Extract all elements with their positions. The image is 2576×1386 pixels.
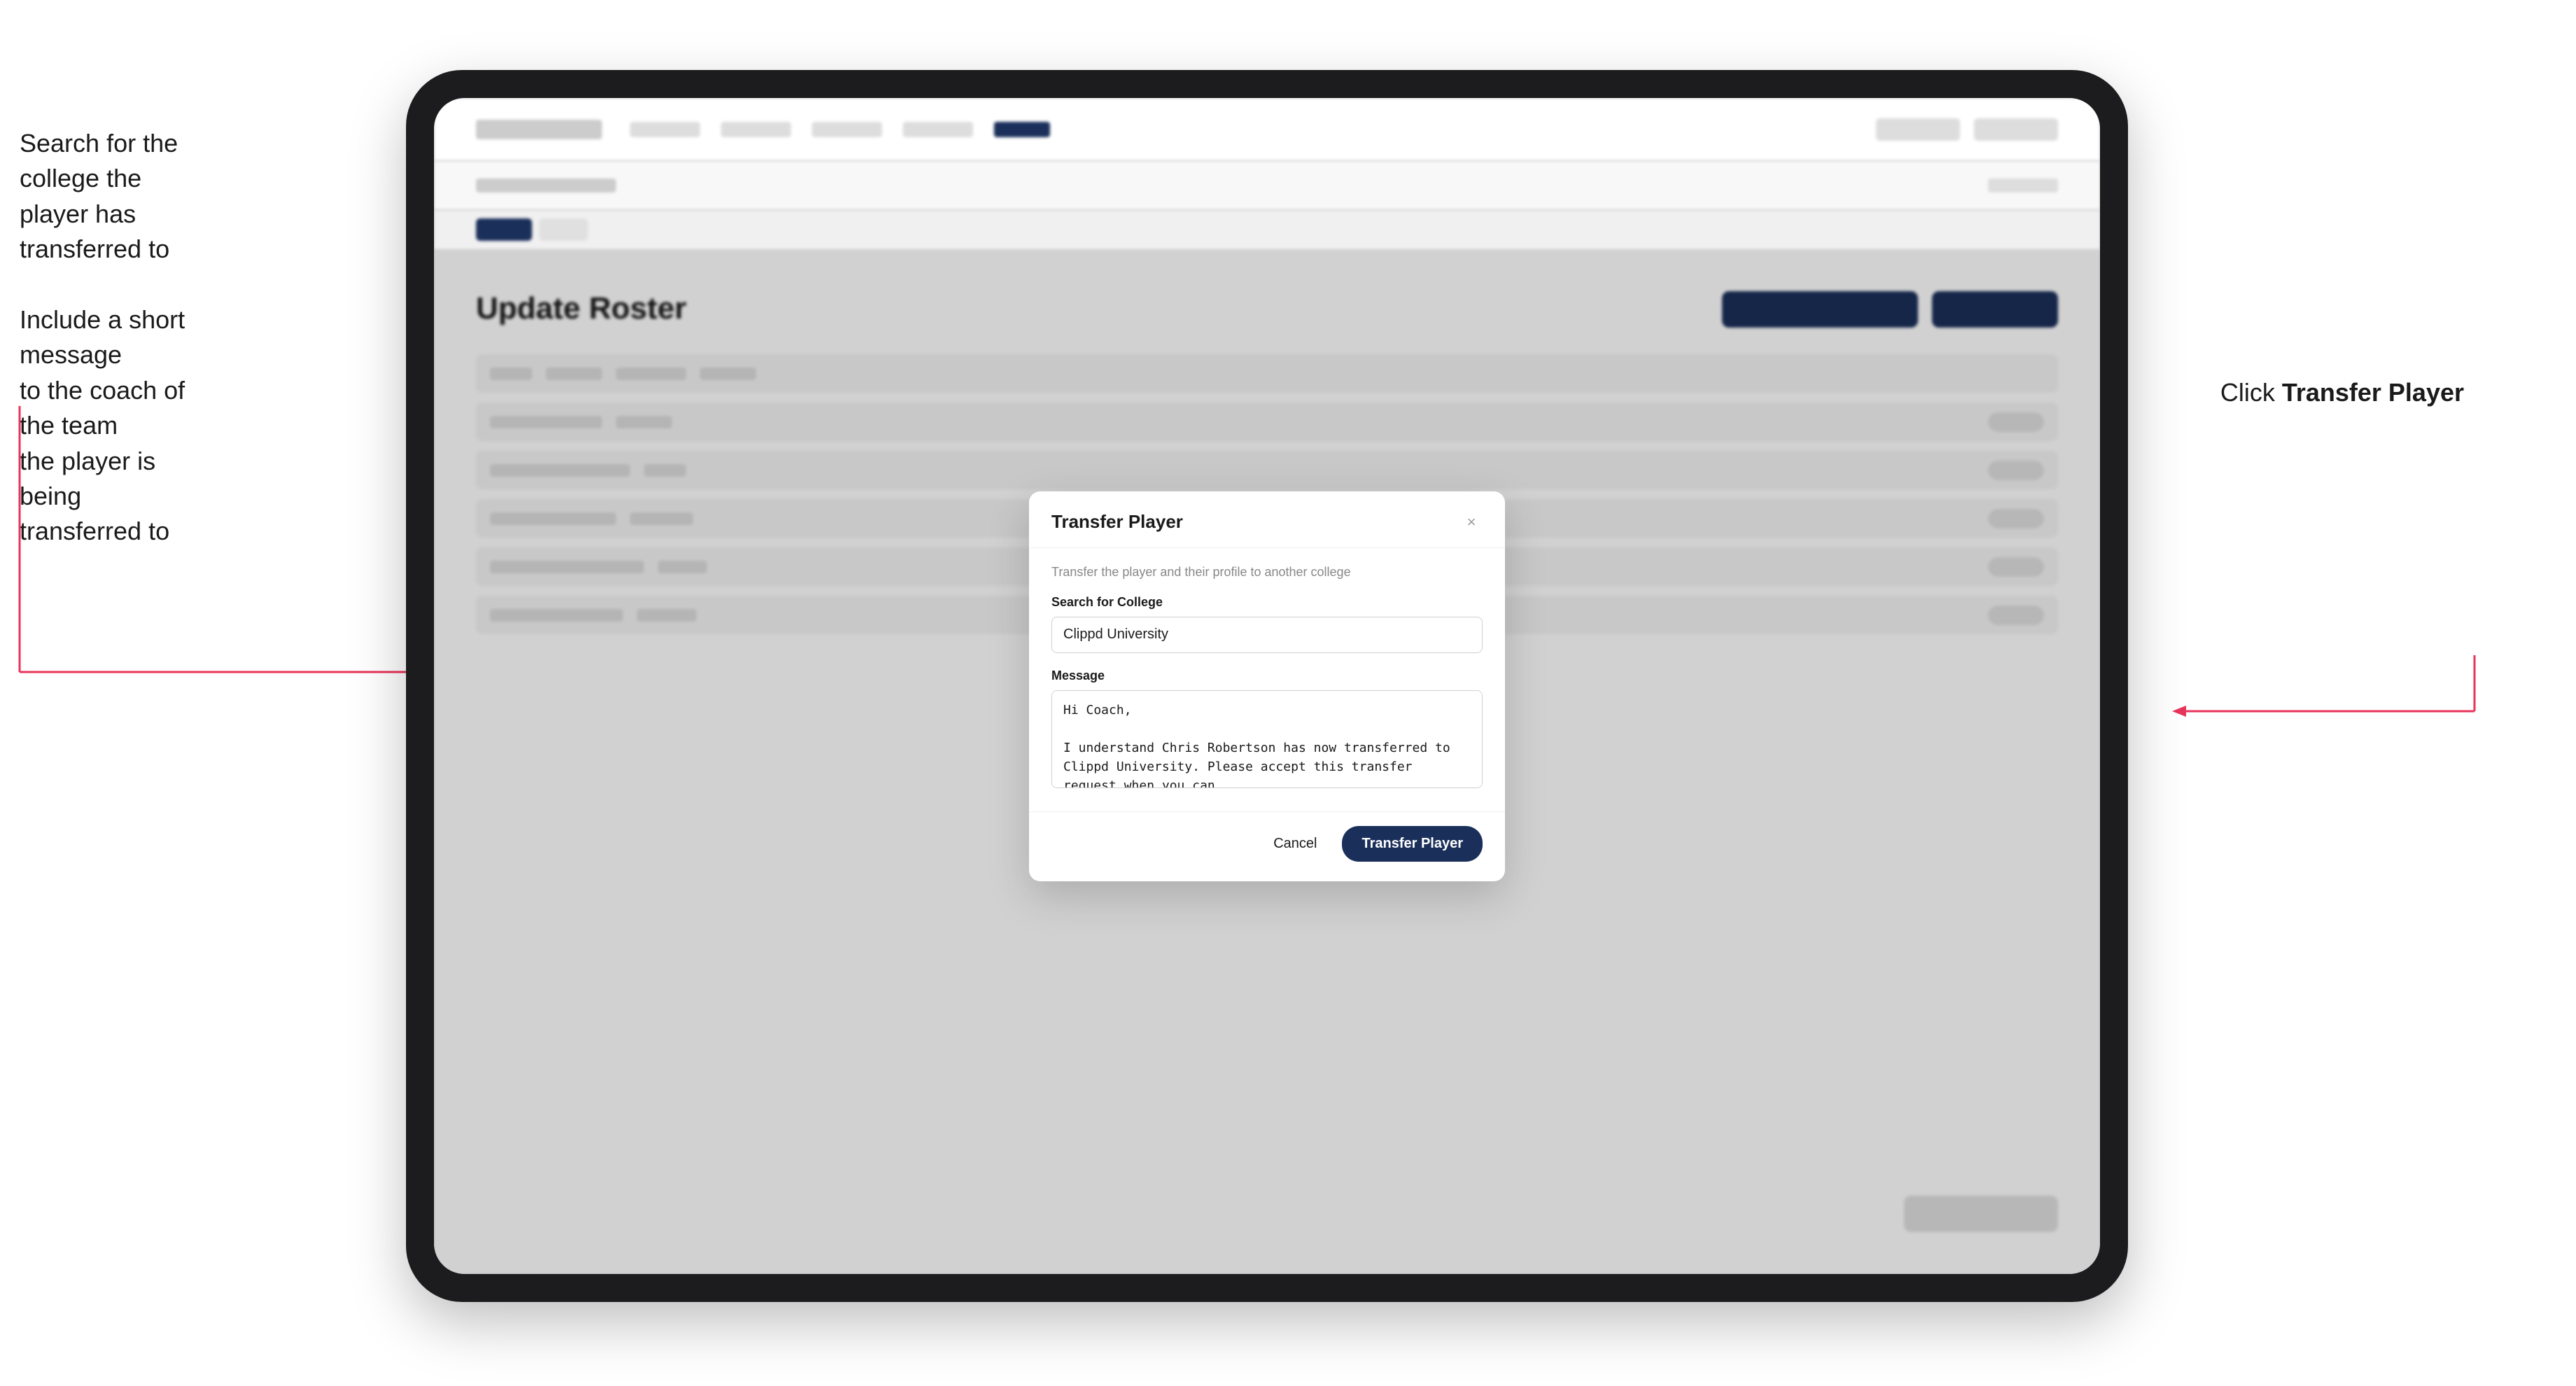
app-header-right bbox=[1876, 118, 2058, 141]
transfer-player-modal: Transfer Player × Transfer the player an… bbox=[1029, 491, 1505, 881]
app-nav bbox=[630, 122, 1848, 137]
tablet-screen: Update Roster bbox=[434, 98, 2100, 1274]
modal-footer: Cancel Transfer Player bbox=[1029, 811, 1505, 881]
cancel-button[interactable]: Cancel bbox=[1262, 830, 1328, 858]
nav-item-2 bbox=[721, 122, 791, 137]
app-subheader bbox=[434, 161, 2100, 210]
app-header bbox=[434, 98, 2100, 161]
message-textarea[interactable]: Hi Coach, I understand Chris Robertson h… bbox=[1051, 690, 1483, 788]
sub-right bbox=[1988, 178, 2058, 192]
annotation-right-prefix: Click bbox=[2220, 378, 2282, 407]
modal-title: Transfer Player bbox=[1051, 511, 1183, 533]
transfer-player-button[interactable]: Transfer Player bbox=[1342, 826, 1483, 862]
header-btn-2 bbox=[1974, 118, 2058, 141]
nav-item-3 bbox=[812, 122, 882, 137]
modal-body: Transfer the player and their profile to… bbox=[1029, 548, 1505, 811]
search-label: Search for College bbox=[1051, 595, 1483, 610]
message-label: Message bbox=[1051, 668, 1483, 683]
annotation-line3: Include a short message bbox=[20, 305, 185, 369]
annotation-right-bold: Transfer Player bbox=[2282, 378, 2464, 407]
modal-description: Transfer the player and their profile to… bbox=[1051, 565, 1483, 580]
arrow-right bbox=[2180, 655, 2474, 739]
nav-item-4 bbox=[903, 122, 973, 137]
nav-item-roster bbox=[994, 122, 1050, 137]
modal-header: Transfer Player × bbox=[1029, 491, 1505, 548]
tab-active bbox=[476, 218, 532, 241]
search-college-input[interactable] bbox=[1051, 617, 1483, 653]
breadcrumb bbox=[476, 178, 616, 192]
annotation-line1: Search for the college the bbox=[20, 129, 178, 192]
annotation-right: Click Transfer Player bbox=[2220, 378, 2464, 407]
tablet-frame: Update Roster bbox=[406, 70, 2128, 1302]
close-icon[interactable]: × bbox=[1460, 511, 1483, 533]
modal-overlay: Transfer Player × Transfer the player an… bbox=[434, 98, 2100, 1274]
nav-item-1 bbox=[630, 122, 700, 137]
header-btn-1 bbox=[1876, 118, 1960, 141]
app-logo bbox=[476, 120, 602, 139]
app-tabs bbox=[434, 210, 2100, 249]
annotation-line2: player has transferred to bbox=[20, 200, 169, 263]
arrow-left bbox=[20, 406, 454, 742]
tab-2 bbox=[539, 218, 588, 241]
